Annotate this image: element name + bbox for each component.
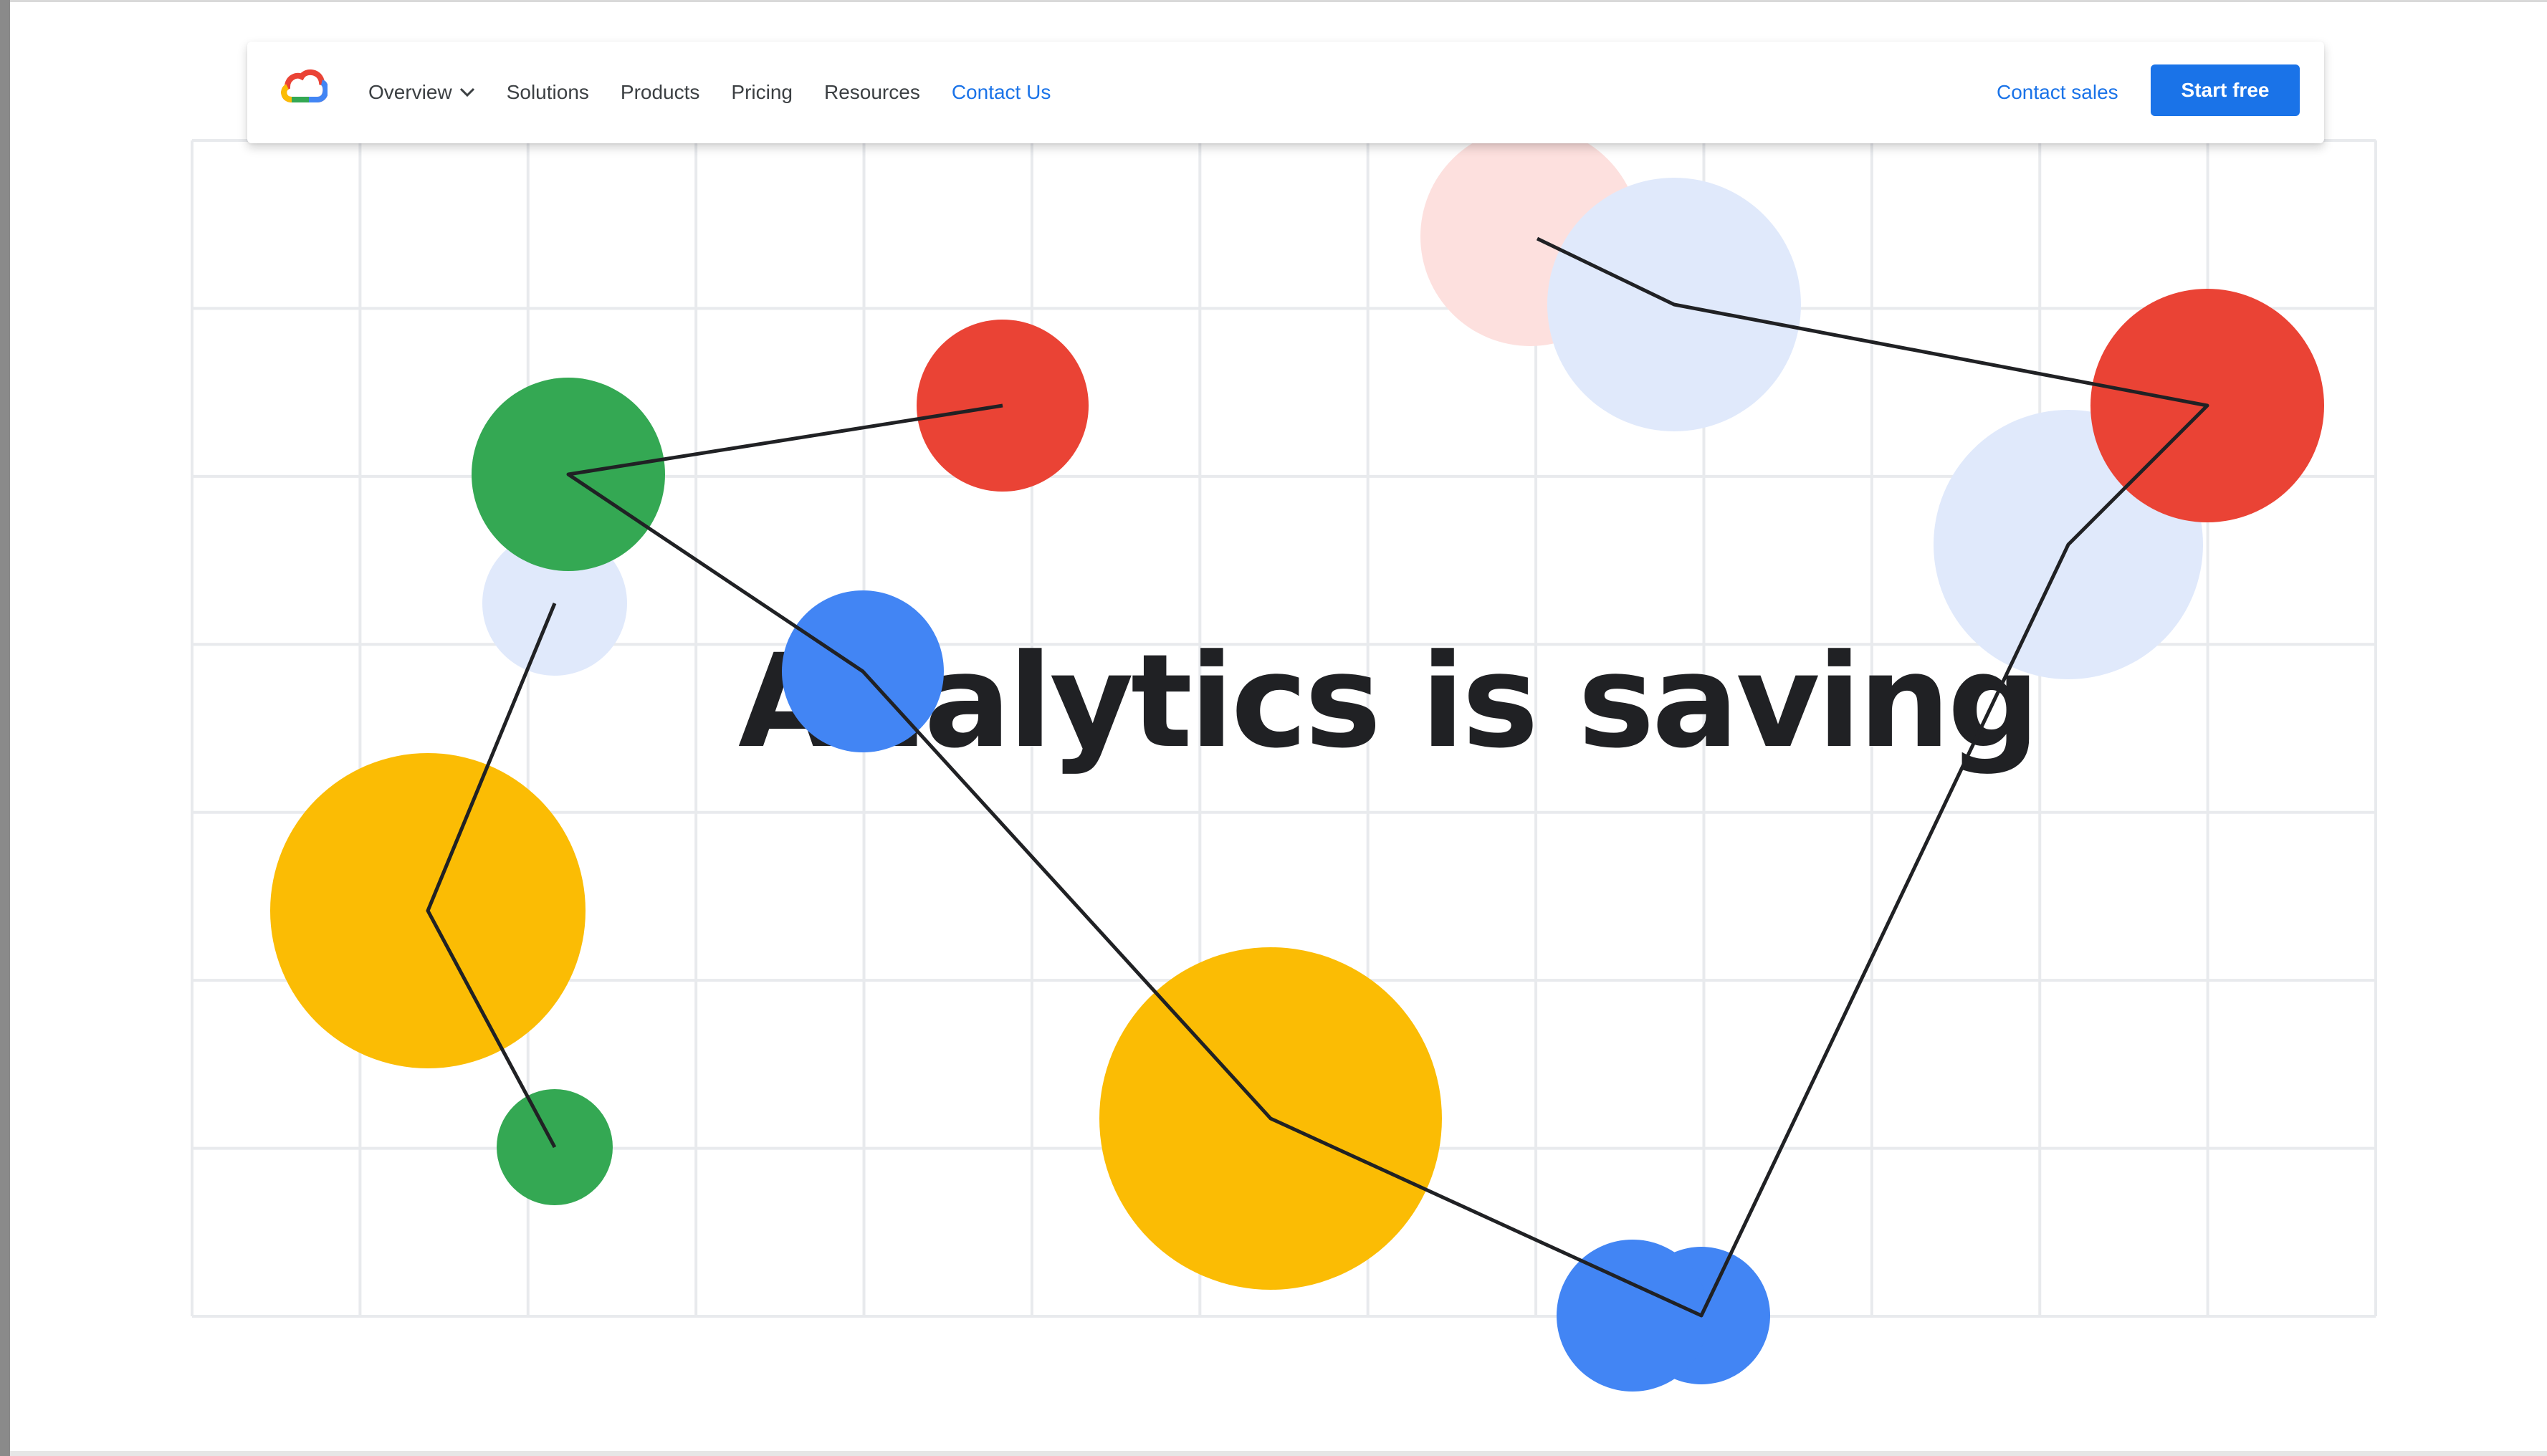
nav-links: Overview Solutions Products Pricing Reso… xyxy=(368,42,1082,143)
chevron-down-icon xyxy=(459,87,474,97)
connector-line-left xyxy=(426,603,557,1149)
start-free-button[interactable]: Start free xyxy=(2151,64,2300,116)
contact-sales-link[interactable]: Contact sales xyxy=(1997,42,2118,143)
nav-item-resources[interactable]: Resources xyxy=(824,81,920,104)
hero-graphic-overlay xyxy=(426,236,2209,1318)
nav-item-contact-us[interactable]: Contact Us xyxy=(952,81,1051,104)
top-navigation-bar: Overview Solutions Products Pricing Reso… xyxy=(247,42,2324,143)
nav-item-pricing[interactable]: Pricing xyxy=(731,81,793,104)
hero-animation: Analytics is saving xyxy=(0,0,2547,1456)
nav-item-overview[interactable]: Overview xyxy=(368,81,475,104)
nav-item-overview-label: Overview xyxy=(368,81,452,103)
nav-item-solutions[interactable]: Solutions xyxy=(507,81,589,104)
google-cloud-logo-icon[interactable] xyxy=(280,68,328,105)
connector-line-main xyxy=(566,236,2209,1318)
nav-item-products[interactable]: Products xyxy=(621,81,700,104)
